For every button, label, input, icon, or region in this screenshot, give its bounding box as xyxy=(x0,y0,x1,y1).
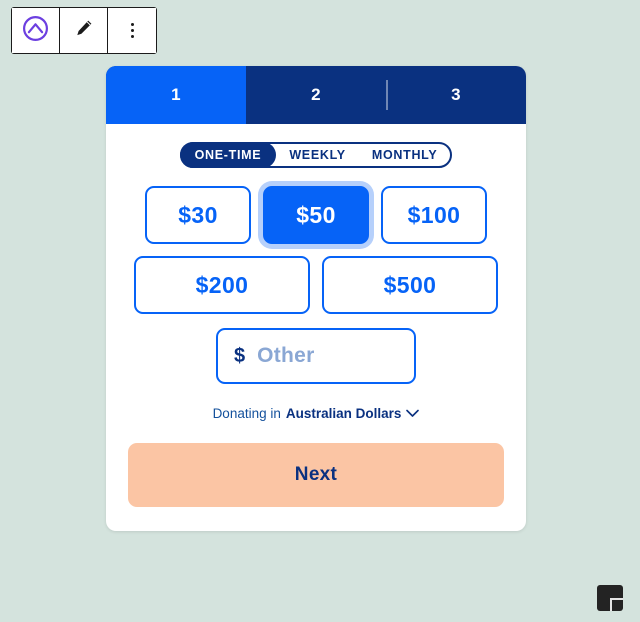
logo-button[interactable] xyxy=(12,8,60,53)
currency-symbol: $ xyxy=(234,344,246,367)
circle-chevron-up-icon xyxy=(22,15,49,47)
amount-options: $30 $50 $100 $200 $500 xyxy=(128,186,504,314)
amount-button-30[interactable]: $30 xyxy=(145,186,251,244)
currency-value[interactable]: Australian Dollars xyxy=(286,406,402,421)
widget-body: ONE-TIME WEEKLY MONTHLY $30 $50 $100 $20… xyxy=(106,124,526,531)
step-tab-1[interactable]: 1 xyxy=(106,66,246,124)
step-tab-2[interactable]: 2 xyxy=(246,66,386,124)
frequency-option-one-time-label: ONE-TIME xyxy=(194,148,262,162)
amount-button-500[interactable]: $500 xyxy=(322,256,498,314)
step-tabs: 1 2 3 xyxy=(106,66,526,124)
edit-button[interactable] xyxy=(60,8,108,53)
add-block-button[interactable] xyxy=(597,585,623,611)
currency-label: Donating in xyxy=(212,406,281,421)
chevron-down-icon[interactable] xyxy=(406,409,420,418)
amount-button-50[interactable]: $50 xyxy=(263,186,369,244)
frequency-selector: ONE-TIME WEEKLY MONTHLY xyxy=(179,142,453,168)
step-tab-2-label: 2 xyxy=(311,85,321,104)
pencil-icon xyxy=(74,18,94,43)
frequency-option-monthly-label: MONTHLY xyxy=(371,148,438,162)
step-tab-3-label: 3 xyxy=(451,85,461,104)
next-button[interactable]: Next xyxy=(128,443,504,507)
other-amount-field[interactable]: $ xyxy=(216,328,416,384)
frequency-option-weekly-label: WEEKLY xyxy=(289,148,346,162)
donation-widget: 1 2 3 ONE-TIME WEEKLY MONTHLY $30 $50 $1… xyxy=(106,66,526,531)
more-options-button[interactable] xyxy=(108,8,156,53)
step-tab-3[interactable]: 3 xyxy=(386,66,526,124)
frequency-option-monthly[interactable]: MONTHLY xyxy=(359,144,451,166)
currency-selector[interactable]: Donating in Australian Dollars xyxy=(128,406,504,421)
frequency-selector-wrap: ONE-TIME WEEKLY MONTHLY xyxy=(128,142,504,168)
frequency-option-one-time[interactable]: ONE-TIME xyxy=(179,142,277,168)
amount-button-200[interactable]: $200 xyxy=(134,256,310,314)
more-vertical-icon xyxy=(130,23,134,38)
other-amount-wrap: $ xyxy=(128,328,504,384)
amount-button-100[interactable]: $100 xyxy=(381,186,487,244)
step-tab-1-label: 1 xyxy=(171,85,181,104)
editor-toolbar xyxy=(11,7,157,54)
other-amount-input[interactable] xyxy=(255,343,398,369)
frequency-option-weekly[interactable]: WEEKLY xyxy=(276,144,359,166)
